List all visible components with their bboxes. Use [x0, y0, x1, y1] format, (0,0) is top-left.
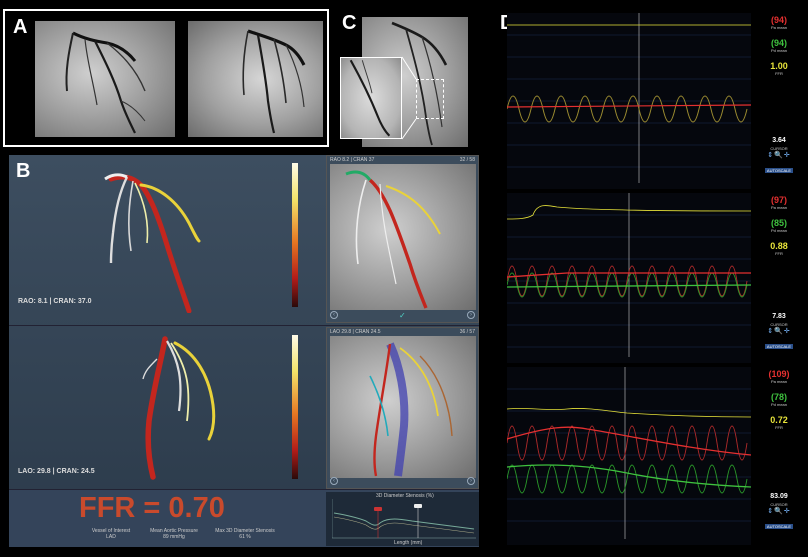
- view1-angle-label: RAO: 8.1 | CRAN: 37.0: [18, 298, 92, 305]
- pd-value: (94): [770, 38, 787, 48]
- pressure-trace-2: [506, 193, 752, 363]
- trace-svg: [506, 193, 752, 357]
- cursor-value: 3.64: [772, 137, 786, 144]
- panel-a: A: [3, 9, 329, 147]
- divider: [9, 325, 479, 326]
- diameter-profile-plot: 3D Diameter Stenosis (%) Length (mm): [326, 492, 479, 546]
- pressure-trace-1: [506, 13, 752, 189]
- ffr-label: FFR: [775, 425, 783, 430]
- 3d-vessel-model-1: [104, 173, 201, 313]
- stat-value: 61 %: [239, 534, 251, 540]
- ffr-value: 1.00: [770, 61, 788, 71]
- autoscale-button[interactable]: AUTOSCALE: [764, 168, 794, 173]
- panel-c: C: [336, 9, 472, 147]
- angiogram-a2: [188, 21, 323, 137]
- stat-pressure: Mean Aortic Pressure 89 mmHg: [139, 528, 209, 540]
- pd-label: Pd mean: [770, 402, 787, 407]
- panel-c-letter: C: [342, 12, 357, 34]
- readout-3: (109) Pa mean (78) Pd mean 0.72 FFR 83.0…: [750, 369, 808, 533]
- pd-label: Pd mean: [770, 228, 787, 233]
- prev-button[interactable]: ‹: [330, 477, 338, 485]
- view1-frame: 32 / 58: [459, 157, 475, 163]
- check-icon: ✓: [399, 311, 406, 320]
- prev-button[interactable]: ‹: [330, 311, 338, 319]
- autoscale-button[interactable]: AUTOSCALE: [764, 344, 794, 349]
- stat-vessel: Vessel of Interest LAD: [81, 528, 141, 540]
- colorbar-1: [292, 163, 298, 307]
- vessel-drawing: [65, 31, 146, 134]
- pa-label: Pa mean: [770, 379, 787, 384]
- panel-d: D (94) Pa mean (94) Pd mean 1.00 FFR 3.6…: [497, 9, 808, 557]
- results-strip: FFR = 0.70 Vessel of Interest LAD Mean A…: [9, 489, 479, 547]
- 3d-vessel-model-2: [142, 336, 216, 480]
- pd-label: Pd mean: [770, 48, 787, 53]
- angio-view-2: LAO 29.8 | CRAN 24.5 36 / 57 ‹ ›: [326, 327, 479, 489]
- pd-value: (85): [770, 218, 787, 228]
- next-button[interactable]: ›: [467, 311, 475, 319]
- readout-1: (94) Pa mean (94) Pd mean 1.00 FFR 3.64 …: [750, 15, 808, 177]
- panel-b-letter: B: [16, 160, 31, 182]
- readout-2: (97) Pa mean (85) Pd mean 0.88 FFR 7.83 …: [750, 195, 808, 353]
- tool-icons[interactable]: ⇕🔍✛: [750, 151, 808, 159]
- trace-svg: [506, 367, 752, 539]
- ffr-value: 0.88: [770, 241, 788, 251]
- cursor-value: 83.09: [770, 493, 788, 500]
- tool-icons[interactable]: ⇕🔍✛: [750, 327, 808, 335]
- angio-view-1: RAO 8.2 | CRAN 37 32 / 58 ‹ › ✓: [326, 155, 479, 323]
- trace-svg: [506, 13, 752, 183]
- overlay-vessels: [369, 342, 453, 477]
- pressure-trace-3: [506, 367, 752, 545]
- ffr-label: FFR: [775, 71, 783, 76]
- pa-value: (97): [770, 195, 787, 205]
- view2-frame: 36 / 57: [459, 329, 475, 335]
- view1-image: [330, 164, 476, 310]
- autoscale-button[interactable]: AUTOSCALE: [764, 524, 794, 529]
- next-button[interactable]: ›: [467, 477, 475, 485]
- colorbar-2: [292, 335, 298, 479]
- pa-label: Pa mean: [770, 25, 787, 30]
- pa-value: (109): [768, 369, 790, 379]
- cursor-value: 7.83: [772, 313, 786, 320]
- stat-value: LAD: [106, 534, 116, 540]
- pa-label: Pa mean: [770, 205, 787, 210]
- overlay-vessels: [345, 170, 441, 309]
- ffr-label: FFR: [775, 251, 783, 256]
- figure-root: A C B RAO: 8.1 | CRAN: 37.0 RAO 8.2 | CR…: [0, 0, 808, 557]
- tool-icons[interactable]: ⇕🔍✛: [750, 507, 808, 515]
- profile-curve: [332, 499, 476, 539]
- view1-header: RAO 8.2 | CRAN 37: [330, 157, 375, 163]
- panel-b: B RAO: 8.1 | CRAN: 37.0 RAO 8.2 | CRAN 3…: [9, 155, 479, 547]
- panel-a-letter: A: [13, 16, 28, 38]
- pa-value: (94): [770, 15, 787, 25]
- stat-value: 89 mmHg: [163, 534, 185, 540]
- profile-xlabel: Length (mm): [394, 540, 423, 546]
- pd-value: (78): [770, 392, 787, 402]
- ffr-result: FFR = 0.70: [79, 492, 225, 524]
- view2-image: [330, 336, 476, 478]
- ffr-value: 0.72: [770, 415, 788, 425]
- stat-stenosis: Max 3D Diameter Stenosis 61 %: [207, 528, 283, 540]
- angiogram-a1: [35, 21, 175, 137]
- view2-header: LAO 29.8 | CRAN 24.5: [330, 329, 381, 335]
- view2-angle-label: LAO: 29.8 | CRAN: 24.5: [18, 468, 95, 475]
- vessel-drawing: [242, 29, 306, 134]
